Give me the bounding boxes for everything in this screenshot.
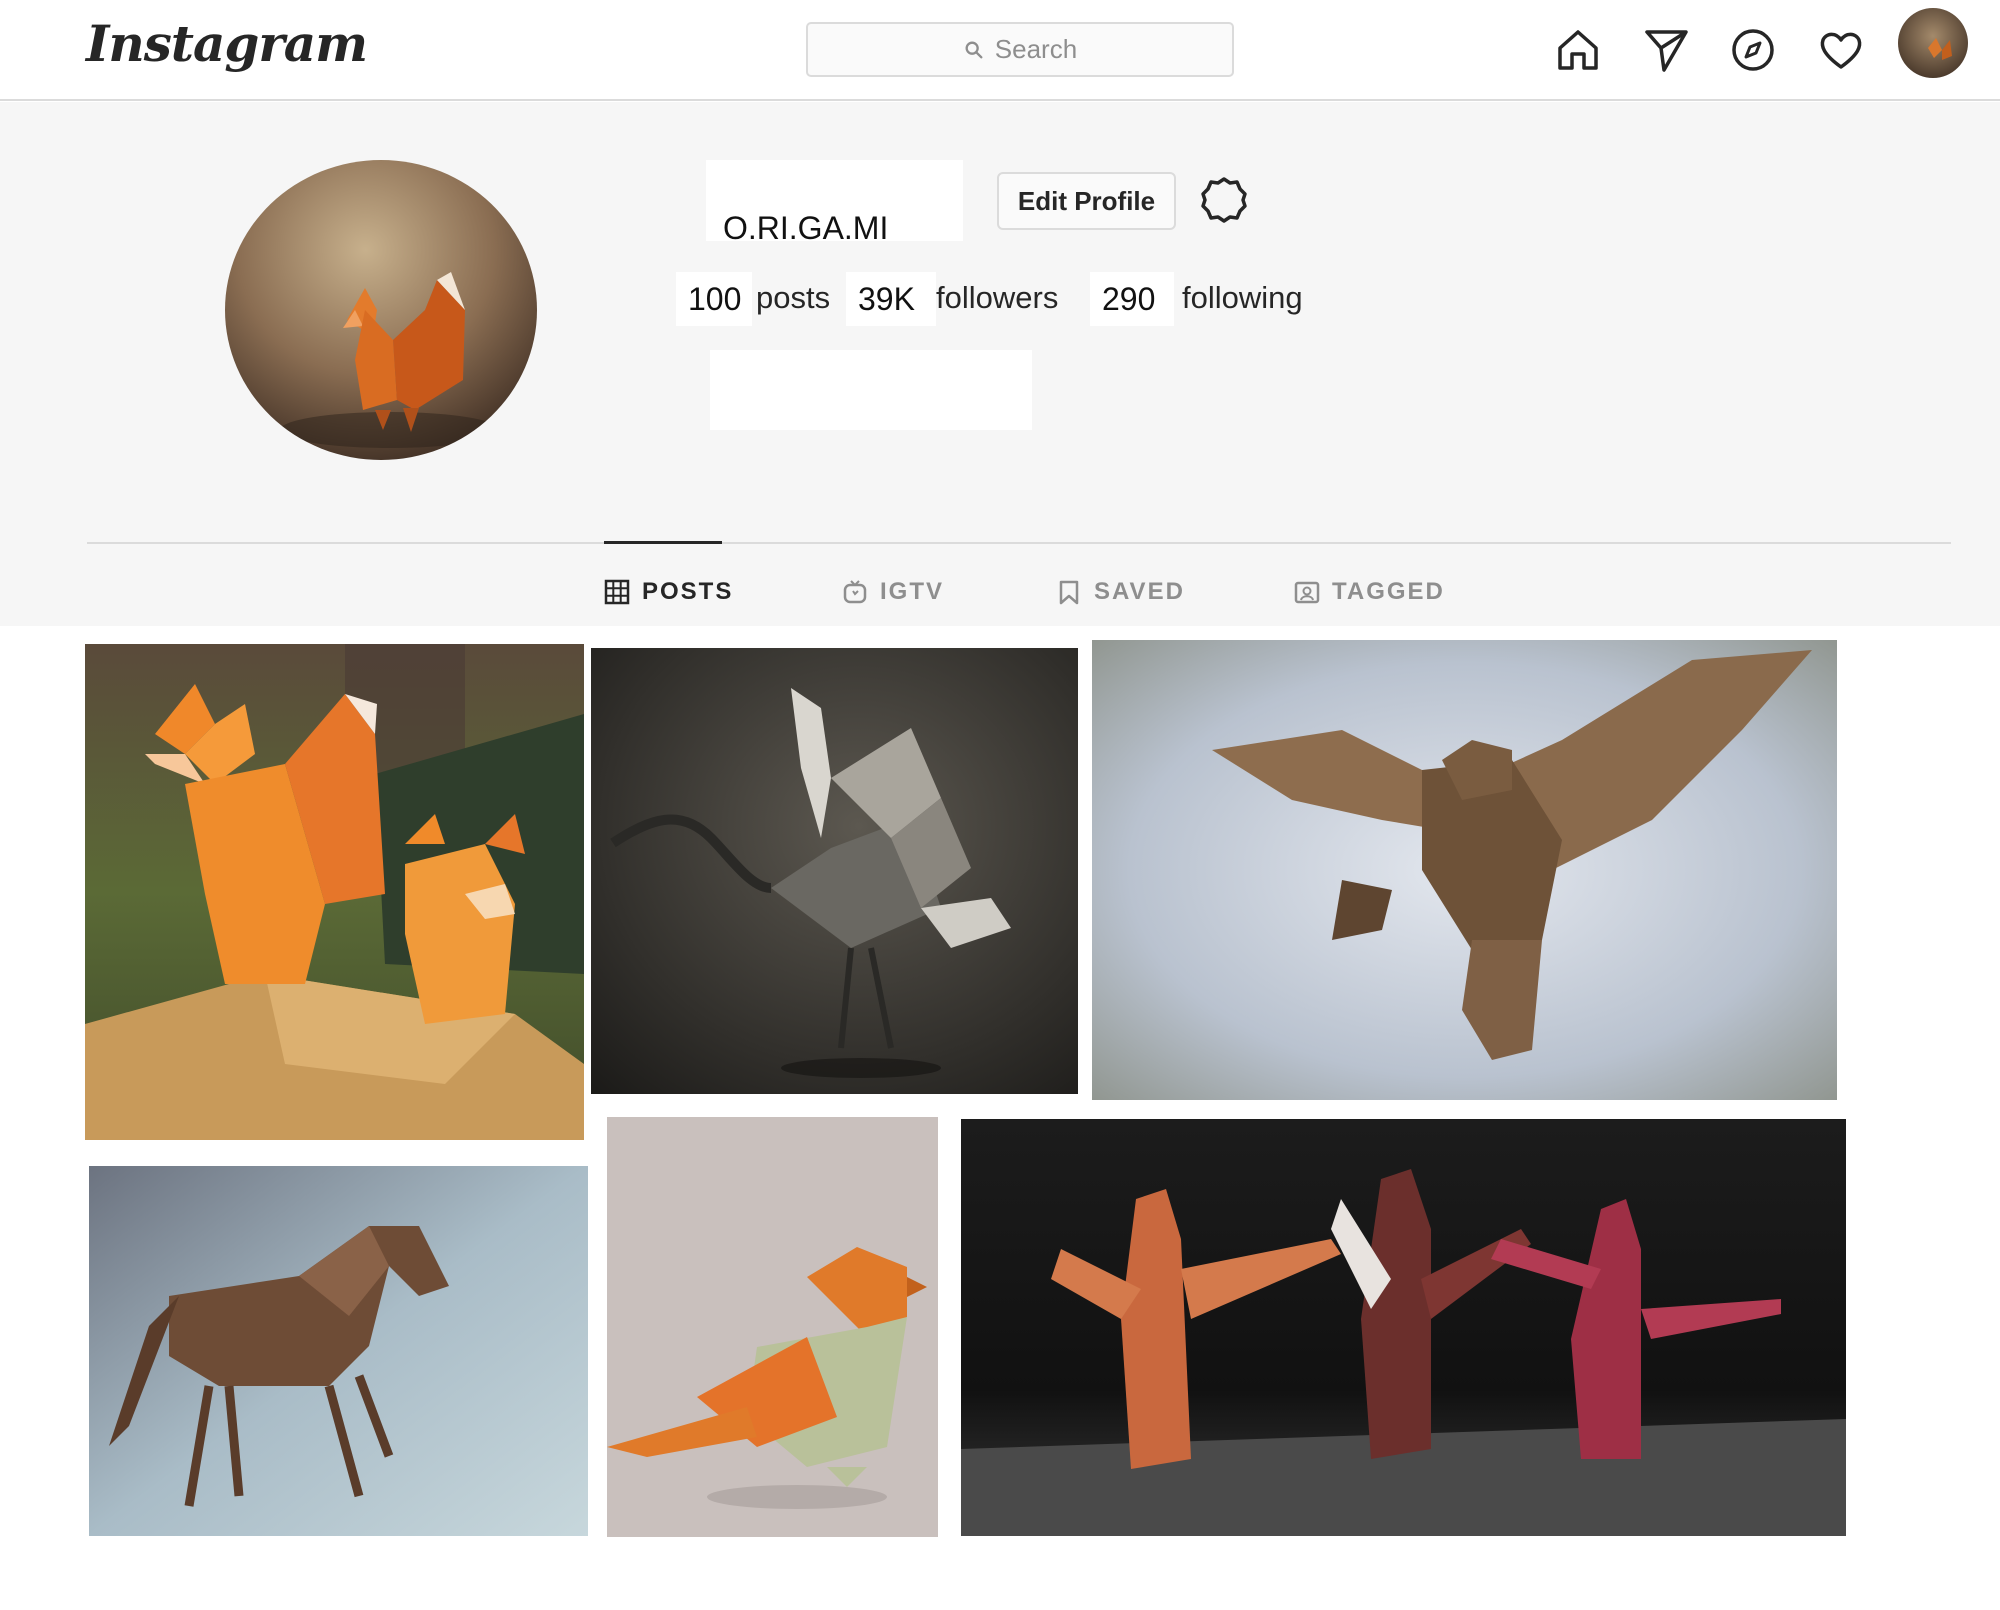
profile-username: O.RI.GA.MI	[723, 210, 889, 246]
bio-backdrop	[710, 350, 1032, 430]
explore-compass-icon[interactable]	[1727, 24, 1779, 76]
tab-tagged-label: TAGGED	[1332, 578, 1445, 605]
search-icon	[965, 41, 983, 58]
igtv-icon	[843, 580, 867, 604]
post-image-horse[interactable]	[89, 1166, 588, 1536]
post-image-bird[interactable]	[607, 1117, 938, 1537]
activity-heart-icon[interactable]	[1815, 24, 1867, 76]
posts-count: 100	[676, 272, 752, 326]
post-image-dancers[interactable]	[961, 1119, 1846, 1536]
following-label[interactable]: following	[1182, 280, 1303, 316]
post-image-owl[interactable]	[1092, 640, 1837, 1100]
followers-count[interactable]: 39K	[846, 272, 936, 326]
tagged-icon	[1294, 581, 1320, 604]
tab-saved[interactable]: SAVED	[1056, 578, 1185, 606]
settings-gear-icon[interactable]	[1198, 174, 1250, 226]
tab-igtv[interactable]: IGTV	[842, 578, 944, 606]
home-icon[interactable]	[1552, 24, 1604, 76]
search-placeholder: Search	[994, 34, 1078, 64]
instagram-logo[interactable]: Instagram	[86, 14, 368, 73]
following-count[interactable]: 290	[1090, 272, 1174, 326]
bookmark-icon	[1059, 580, 1079, 605]
tab-posts-label: POSTS	[642, 578, 734, 605]
profile-avatar[interactable]	[1898, 8, 1968, 78]
tab-saved-label: SAVED	[1094, 578, 1185, 605]
direct-message-icon[interactable]	[1640, 24, 1692, 76]
search-input[interactable]: Search	[806, 22, 1234, 77]
edit-profile-button[interactable]: Edit Profile	[997, 172, 1176, 230]
grid-icon	[604, 579, 630, 605]
posts-label: posts	[756, 280, 831, 315]
tabs-divider	[87, 542, 1951, 544]
profile-picture[interactable]	[225, 160, 537, 460]
top-navigation-bar: Instagram Search	[0, 0, 2000, 101]
post-image-foxes[interactable]	[85, 644, 584, 1140]
tab-igtv-label: IGTV	[880, 578, 945, 605]
post-image-crane[interactable]	[591, 648, 1078, 1094]
followers-label[interactable]: followers	[936, 280, 1058, 316]
tab-posts[interactable]: POSTS	[604, 578, 733, 606]
tab-tagged[interactable]: TAGGED	[1294, 578, 1445, 606]
active-tab-indicator	[604, 541, 722, 544]
